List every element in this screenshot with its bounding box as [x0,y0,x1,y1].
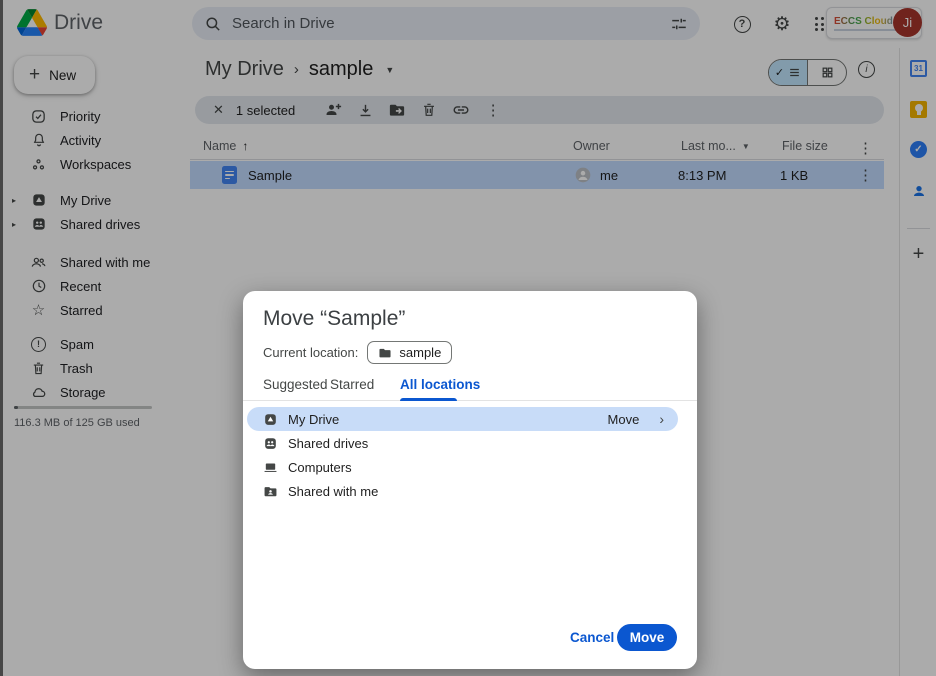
shared-drives-icon [263,436,278,451]
google-drive-app: Drive ? ⚙ ECCS Cloud Mail Ji + New [0,0,936,676]
current-location-label: Current location: [263,345,358,360]
location-row-my-drive[interactable]: My Drive Move › [247,407,678,431]
location-row-shared-with-me[interactable]: Shared with me [247,479,678,503]
location-row-computers[interactable]: Computers [247,455,678,479]
move-confirm-button[interactable]: Move [617,624,677,651]
cancel-button[interactable]: Cancel [570,630,614,645]
dialog-tabs: Suggested Starred All locations [243,374,697,401]
current-location-chip[interactable]: sample [367,341,452,364]
tab-starred[interactable]: Starred [330,377,374,392]
tab-suggested[interactable]: Suggested [263,377,328,392]
active-tab-underline [400,398,457,401]
chevron-right-icon[interactable]: › [659,411,664,427]
folder-icon [378,346,392,360]
move-dialog: Move “Sample” Current location: sample S… [243,291,697,669]
my-drive-icon [263,412,278,427]
current-location-name: sample [399,345,441,360]
row-move-button[interactable]: Move [608,412,640,427]
dialog-title: Move “Sample” [263,307,405,331]
location-row-shared-drives[interactable]: Shared drives [247,431,678,455]
computer-icon [263,460,278,475]
tab-all-locations[interactable]: All locations [400,377,480,392]
shared-folder-icon [263,484,278,499]
